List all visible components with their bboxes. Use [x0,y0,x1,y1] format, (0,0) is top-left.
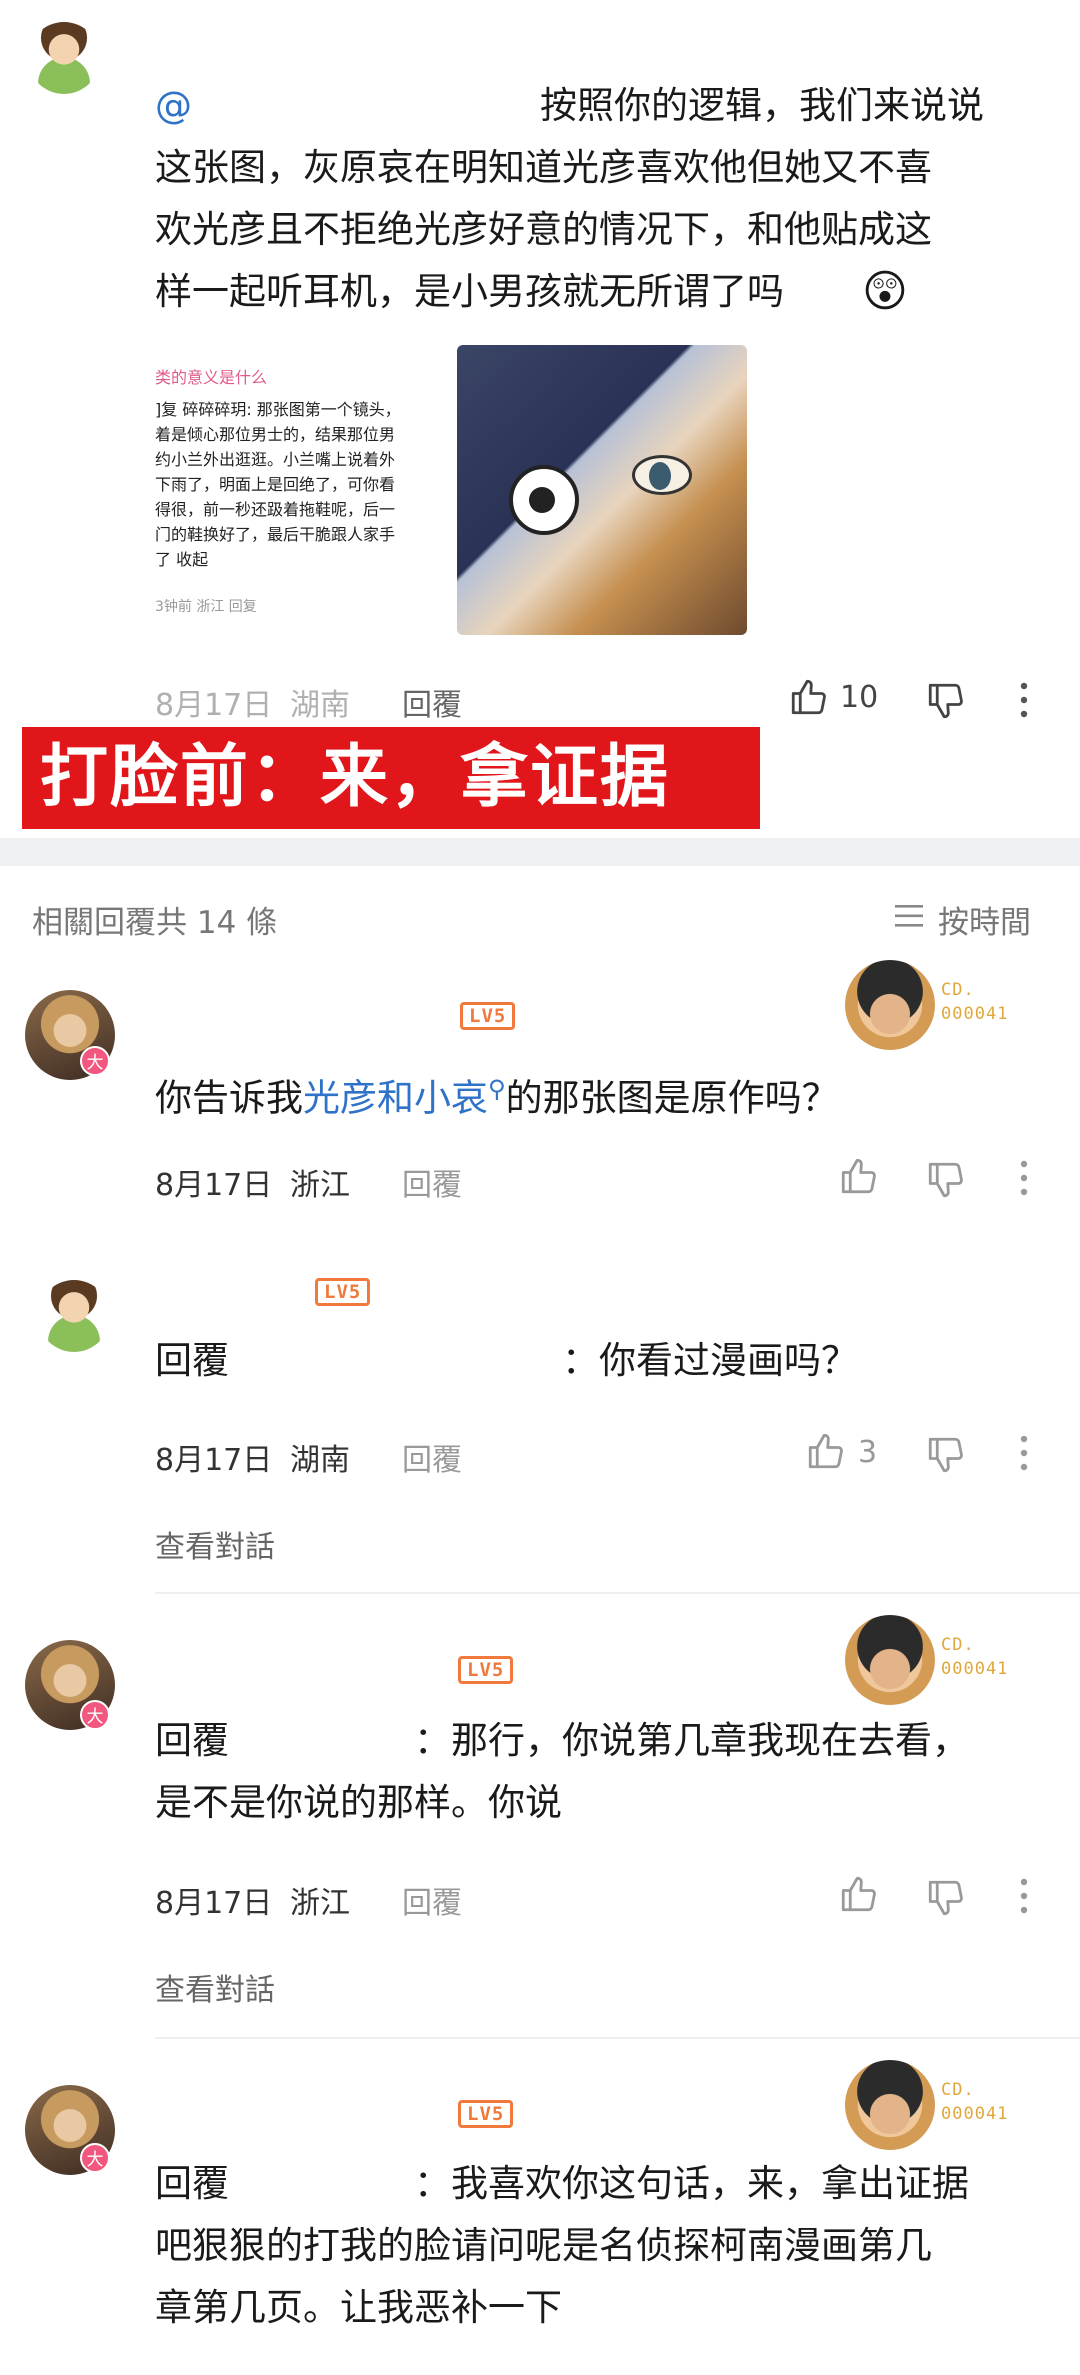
screenshot-text: 3钟前 浙江 回复 [155,599,257,615]
like-count: 10 [840,680,879,715]
fan-avatar-icon [845,960,935,1050]
dislike-icon[interactable] [925,1877,967,1919]
more-icon[interactable] [1016,680,1032,720]
level-badge: LV5 [458,2100,514,2128]
level-badge: LV5 [460,1002,516,1030]
reply-text: 你告诉我光彦和小哀⚲的那张图是原作吗？ [155,1075,839,1120]
reply-text: 回覆 ：那行，你说第几章我现在去看， [155,1719,969,1762]
sort-icon[interactable] [893,902,925,930]
anime-image[interactable] [457,345,747,635]
avatar[interactable] [38,1280,110,1352]
reply-region: 湖南 [290,1443,350,1478]
reply-text: 是不是你说的那样。你说 [155,1781,562,1824]
reply-region: 浙江 [290,1886,350,1921]
reply-date: 8月17日 [155,1168,273,1203]
reply-button[interactable]: 回覆 [402,1435,462,1479]
fan-badge: CD. 000041 [845,2060,1025,2160]
avatar-badge: 大 [80,1046,110,1076]
sort-button[interactable]: 按時間 [938,897,1031,942]
reply-region: 浙江 [290,1168,350,1203]
reply-text: 吧狠狠的打我的脸请问呢是名侦探柯南漫画第几 [155,2224,932,2267]
reply-text: 章第几页。让我恶补一下 [155,2286,562,2329]
screenshot-text: 门的鞋换好了，最后干脆跟人家手 [155,525,396,544]
screenshot-text: 了 收起 [155,550,209,569]
comment-text-line: 欢光彦且不拒绝光彦好意的情况下，和他贴成这 [155,208,932,251]
screenshot-text: 下雨了，明面上是回绝了，可你看 [155,475,396,494]
surprised-emoji-icon: 😲 [862,266,908,317]
view-conversation-link[interactable]: 查看對話 [155,1965,275,2009]
more-icon[interactable] [1016,1876,1032,1916]
more-icon[interactable] [1016,1433,1032,1473]
fan-avatar-icon [845,1615,935,1705]
dislike-icon[interactable] [925,1159,967,1201]
attached-screenshot[interactable]: 类的意义是什么 ]复 碎碎碎玥: 那张图第一个镜头， 着是倾心那位男士的，结果那… [155,345,445,635]
divider [155,1592,1080,1594]
screenshot-text: 类的意义是什么 [155,368,268,387]
dislike-icon[interactable] [925,1434,967,1476]
like-icon[interactable] [838,1873,880,1915]
divider [155,2037,1080,2039]
related-replies-count: 相關回覆共 14 條 [32,905,278,941]
reply-text: 回覆 ：你看过漫画吗？ [155,1339,858,1382]
screenshot-text: ]复 碎碎碎玥: 那张图第一个镜头， [155,400,401,419]
screenshot-text: 约小兰外出逛逛。小兰嘴上说着外 [155,450,396,469]
view-conversation-link[interactable]: 查看對話 [155,1522,275,1566]
fan-badge: CD. 000041 [845,1615,1025,1715]
mention[interactable]: @ [155,75,192,137]
section-divider [0,838,1080,866]
reply-button[interactable]: 回覆 [402,680,462,724]
fan-avatar-icon [845,2060,935,2150]
screenshot-text: 着是倾心那位男士的，结果那位男 [155,425,396,444]
reply-date: 8月17日 [155,1886,273,1921]
comment-region: 湖南 [290,688,350,723]
like-icon[interactable] [838,1155,880,1197]
reply-date: 8月17日 [155,1443,273,1478]
topic-link[interactable]: 光彦和小哀 [303,1076,488,1119]
like-icon[interactable] [805,1430,847,1472]
like-icon[interactable] [788,676,830,718]
more-icon[interactable] [1016,1158,1032,1198]
avatar-badge: 大 [80,1700,110,1730]
screenshot-text: 得很，前一秒还趿着拖鞋呢，后一 [155,500,396,519]
search-icon: ⚲ [488,1075,506,1103]
level-badge: LV5 [458,1656,514,1684]
banner-caption: 打脸前：来，拿证据 [22,727,760,829]
level-badge: LV5 [315,1278,371,1306]
comment-text-line: 按照你的逻辑，我们来说说 [540,84,984,127]
avatar-badge: 大 [80,2143,110,2173]
avatar[interactable] [28,22,100,94]
comment-text-line: 样一起听耳机，是小男孩就无所谓了吗 [155,270,784,313]
reply-button[interactable]: 回覆 [402,1878,462,1922]
comment-text-line: 这张图，灰原哀在明知道光彦喜欢他但她又不喜 [155,146,932,189]
comment-date: 8月17日 [155,688,273,723]
dislike-icon[interactable] [925,680,967,722]
reply-button[interactable]: 回覆 [402,1160,462,1204]
like-count: 3 [858,1435,878,1470]
reply-text: 回覆 ：我喜欢你这句话，来，拿出证据 [155,2162,969,2205]
fan-badge: CD. 000041 [845,960,1025,1060]
